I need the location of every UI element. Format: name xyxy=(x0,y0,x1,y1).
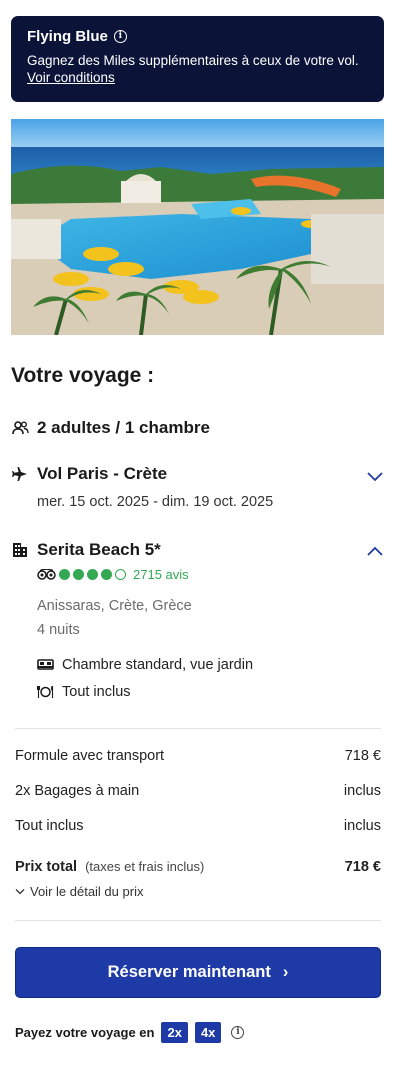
total-value: 718 € xyxy=(344,859,381,875)
travellers-row: 2 adultes / 1 chambre xyxy=(11,418,210,438)
payment-label: Payez votre voyage en xyxy=(15,1025,155,1040)
tripadvisor-rating[interactable]: 2715 avis xyxy=(37,567,189,582)
people-icon xyxy=(11,419,29,437)
payment-2x-badge[interactable]: 2x xyxy=(161,1022,188,1043)
flying-blue-banner: Flying Blue i Gagnez des Miles supplémen… xyxy=(11,16,384,102)
room-type: Chambre standard, vue jardin xyxy=(62,657,254,673)
banner-title: Flying Blue xyxy=(27,28,108,45)
flight-dates: mer. 15 oct. 2025 - dim. 19 oct. 2025 xyxy=(37,494,274,510)
book-now-button[interactable]: Réserver maintenant › xyxy=(15,947,381,998)
plane-icon xyxy=(11,465,29,483)
board-type: Tout inclus xyxy=(62,684,131,700)
chevron-right-icon: › xyxy=(282,963,289,981)
price-label: 2x Bagages à main xyxy=(15,783,140,799)
rating-dot-filled xyxy=(59,569,70,580)
hotel-photo[interactable] xyxy=(11,119,384,335)
price-row: Formule avec transport 718 € xyxy=(15,748,381,764)
price-label: Tout inclus xyxy=(15,818,84,834)
price-detail-link[interactable]: Voir le détail du prix xyxy=(30,884,143,899)
rating-dot-filled xyxy=(73,569,84,580)
meal-icon xyxy=(37,685,55,699)
room-type-row: Chambre standard, vue jardin xyxy=(37,657,253,673)
price-detail-toggle[interactable]: Voir le détail du prix xyxy=(15,884,143,899)
total-note: (taxes et frais inclus) xyxy=(85,859,205,874)
chevron-down-icon xyxy=(15,889,25,895)
chevron-down-icon[interactable] xyxy=(366,470,384,482)
payment-4x-badge[interactable]: 4x xyxy=(194,1022,222,1043)
chevron-up-icon[interactable] xyxy=(366,545,384,557)
hotel-row[interactable]: Serita Beach 5* xyxy=(11,540,161,560)
banner-text: Gagnez des Miles supplémentaires à ceux … xyxy=(27,53,359,68)
section-divider xyxy=(15,728,381,729)
rating-dot-empty xyxy=(115,569,126,580)
total-label: Prix total xyxy=(15,859,78,875)
rating-dot-filled xyxy=(101,569,112,580)
board-row: Tout inclus xyxy=(37,684,131,700)
price-row: 2x Bagages à main inclus xyxy=(15,783,381,799)
hotel-name: Serita Beach 5* xyxy=(37,540,161,559)
building-icon xyxy=(11,541,29,559)
info-icon[interactable]: i xyxy=(231,1026,245,1039)
payment-options: Payez votre voyage en 2x 4x i xyxy=(15,1022,245,1043)
reviews-count[interactable]: 2715 avis xyxy=(133,567,189,582)
flight-row[interactable]: Vol Paris - Crète xyxy=(11,464,167,484)
price-value: inclus xyxy=(343,783,381,799)
banner-title-row: Flying Blue i xyxy=(27,28,368,45)
rating-dot-filled xyxy=(87,569,98,580)
book-now-label: Réserver maintenant xyxy=(107,963,271,981)
flight-title: Vol Paris - Crète xyxy=(37,464,168,483)
price-row: Tout inclus inclus xyxy=(15,818,381,834)
hotel-location: Anissaras, Crète, Grèce xyxy=(37,598,192,614)
info-icon[interactable]: i xyxy=(113,30,127,43)
price-value: inclus xyxy=(343,818,381,834)
section-divider xyxy=(15,920,381,921)
travellers-text: 2 adultes / 1 chambre xyxy=(37,418,210,437)
price-value: 718 € xyxy=(344,748,381,764)
total-price-row: Prix total (taxes et frais inclus) 718 € xyxy=(15,859,381,875)
bed-icon xyxy=(37,659,55,671)
price-label: Formule avec transport xyxy=(15,748,165,764)
hotel-nights: 4 nuits xyxy=(37,622,80,638)
trip-title: Votre voyage : xyxy=(11,364,155,387)
tripadvisor-icon xyxy=(37,569,56,580)
conditions-link[interactable]: Voir conditions xyxy=(27,70,115,85)
